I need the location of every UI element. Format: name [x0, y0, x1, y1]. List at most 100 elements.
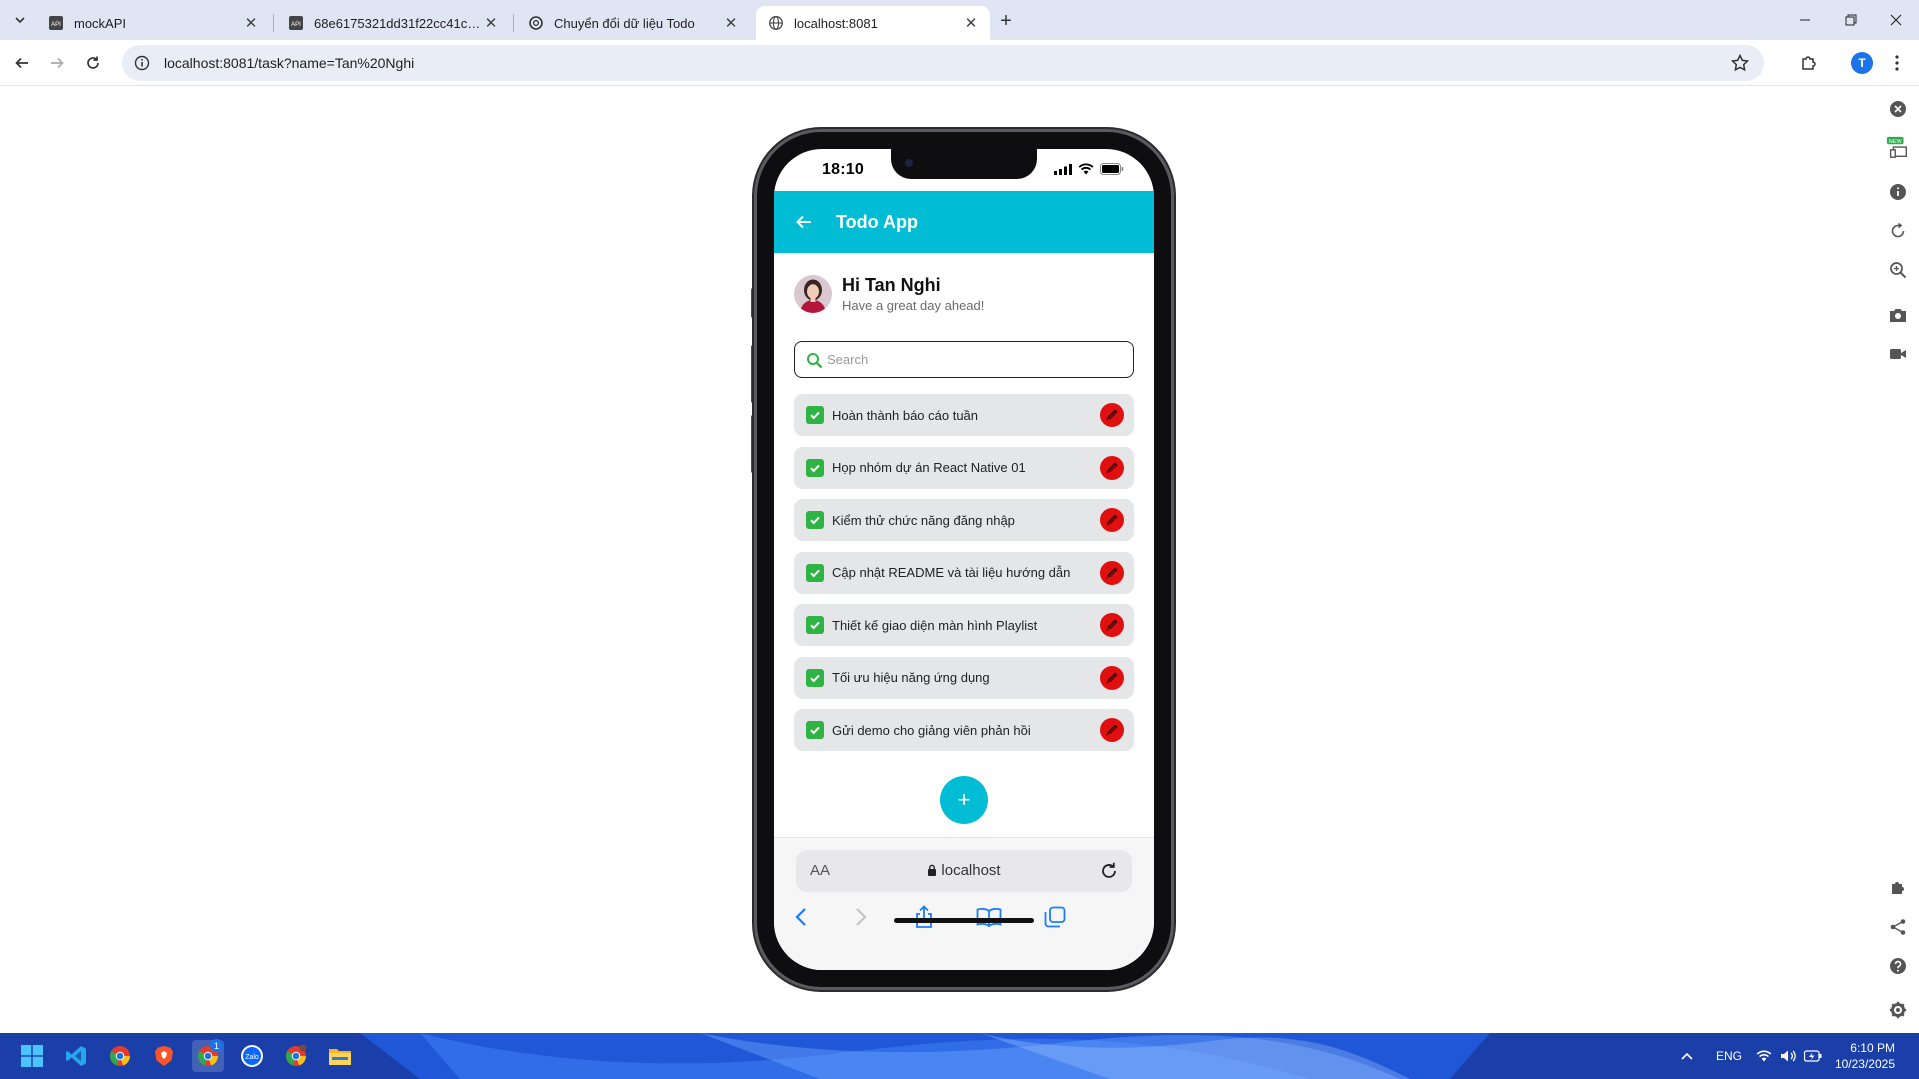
file-explorer-icon[interactable]	[324, 1040, 356, 1072]
url-text[interactable]: localhost:8081/task?name=Tan%20Nghi	[164, 55, 414, 71]
address-bar[interactable]: localhost:8081/task?name=Tan%20Nghi	[122, 45, 1764, 81]
edit-task-button[interactable]	[1100, 508, 1124, 532]
checkbox-checked-icon[interactable]	[806, 721, 824, 739]
settings-gear-icon[interactable]	[1886, 998, 1910, 1022]
language-indicator[interactable]: ENG	[1716, 1033, 1742, 1079]
camera-icon[interactable]	[1886, 303, 1910, 327]
device-new-icon[interactable]: NEW	[1886, 136, 1910, 160]
new-tab-button[interactable]: +	[992, 9, 1020, 33]
brave-icon[interactable]	[148, 1040, 180, 1072]
wifi-icon[interactable]	[1756, 1033, 1772, 1079]
search-box	[794, 341, 1134, 378]
task-item[interactable]: Kiểm thử chức năng đăng nhập	[794, 499, 1134, 541]
bookmark-star-icon[interactable]	[1730, 53, 1750, 73]
tab-search-button[interactable]	[8, 8, 32, 32]
svg-text:Zalo: Zalo	[245, 1054, 259, 1061]
close-tab-icon[interactable]: ✕	[962, 14, 980, 32]
api-favicon-icon: API	[288, 15, 304, 31]
close-tab-icon[interactable]: ✕	[722, 14, 740, 32]
checkbox-checked-icon[interactable]	[806, 616, 824, 634]
task-item[interactable]: Thiết kế giao diện màn hình Playlist	[794, 604, 1134, 646]
safari-bottom-bar: AA localhost	[774, 837, 1154, 970]
search-input[interactable]	[827, 352, 1133, 367]
chrome-active-icon[interactable]: 1	[192, 1039, 224, 1072]
browser-tab-mockapi[interactable]: API mockAPI ✕	[36, 6, 270, 40]
close-icon	[1890, 14, 1902, 26]
task-item[interactable]: Hoàn thành báo cáo tuần	[794, 394, 1134, 436]
safari-address-bar[interactable]: AA localhost	[796, 850, 1132, 892]
task-item[interactable]: Gửi demo cho giảng viên phản hồi	[794, 709, 1134, 751]
battery-charging-icon[interactable]	[1804, 1033, 1822, 1079]
reload-button[interactable]	[78, 48, 108, 78]
safari-forward-button[interactable]	[846, 902, 876, 932]
close-tab-icon[interactable]: ✕	[242, 14, 260, 32]
reload-icon	[87, 56, 99, 69]
profile-avatar[interactable]: T	[1851, 52, 1873, 74]
tab-title: 68e6175321dd31f22cc41c7a.mockapi.io	[314, 15, 482, 31]
pencil-icon	[1106, 672, 1118, 683]
safari-tabs-button[interactable]	[1040, 902, 1070, 932]
video-camera-icon[interactable]	[1886, 342, 1910, 366]
checkbox-checked-icon[interactable]	[806, 406, 824, 424]
zalo-icon[interactable]: Zalo	[236, 1040, 268, 1072]
edit-task-button[interactable]	[1100, 560, 1124, 585]
windows-taskbar: 1 Zalo ENG 6:10 PM 10/23/2025	[0, 1033, 1919, 1079]
browser-tab-mockapi-io[interactable]: API 68e6175321dd31f22cc41c7a.mockapi.io …	[276, 6, 510, 40]
checkbox-checked-icon[interactable]	[806, 458, 824, 477]
chrome-profile-icon[interactable]	[280, 1040, 312, 1072]
info-icon[interactable]	[1886, 180, 1910, 204]
safari-back-button[interactable]	[786, 902, 816, 932]
edit-task-button[interactable]	[1100, 665, 1124, 690]
share-icon[interactable]	[1886, 915, 1910, 939]
user-greeting: Hi Tan Nghi Have a great day ahead!	[794, 275, 984, 313]
forward-button[interactable]	[42, 48, 72, 78]
wifi-icon	[1078, 163, 1094, 175]
reload-icon[interactable]	[1098, 860, 1120, 882]
edit-task-button[interactable]	[1100, 455, 1124, 480]
site-info-icon[interactable]	[132, 53, 152, 73]
chevron-right-icon	[856, 908, 867, 926]
safari-bookmarks-button[interactable]	[974, 902, 1004, 932]
chrome-icon[interactable]	[104, 1040, 136, 1072]
tabs-icon	[1044, 906, 1066, 928]
help-icon[interactable]	[1886, 954, 1910, 978]
browser-tab-localhost[interactable]: localhost:8081 ✕	[756, 6, 990, 40]
close-circle-icon[interactable]	[1886, 97, 1910, 121]
edit-task-button[interactable]	[1100, 613, 1124, 637]
pencil-icon	[1106, 724, 1118, 736]
windows-start-icon[interactable]	[16, 1040, 48, 1072]
system-clock[interactable]: 6:10 PM 10/23/2025	[1835, 1040, 1895, 1072]
task-item[interactable]: Tối ưu hiệu năng ứng dụng	[794, 656, 1134, 699]
puzzle-icon	[1802, 56, 1816, 70]
task-item[interactable]: Cập nhật README và tài liệu hướng dẫn	[794, 551, 1134, 594]
volume-icon[interactable]	[1780, 1033, 1796, 1079]
checkbox-checked-icon[interactable]	[806, 511, 824, 529]
status-time: 18:10	[822, 161, 864, 178]
puzzle-icon[interactable]	[1886, 876, 1910, 900]
restore-window-button[interactable]	[1828, 0, 1874, 40]
pencil-icon	[1106, 514, 1118, 526]
close-tab-icon[interactable]: ✕	[482, 14, 500, 32]
rotate-icon[interactable]	[1886, 219, 1910, 243]
zoom-icon[interactable]	[1886, 258, 1910, 282]
back-button[interactable]	[792, 210, 816, 234]
safari-share-button[interactable]	[909, 902, 939, 932]
browser-menu-button[interactable]	[1882, 48, 1912, 78]
task-title: Thiết kế giao diện màn hình Playlist	[832, 617, 1038, 633]
minimize-window-button[interactable]	[1782, 0, 1828, 40]
checkbox-checked-icon[interactable]	[806, 563, 824, 582]
close-window-button[interactable]	[1873, 0, 1919, 40]
tray-overflow-icon[interactable]	[1680, 1033, 1694, 1079]
checkbox-checked-icon[interactable]	[806, 668, 824, 687]
vscode-icon[interactable]	[60, 1040, 92, 1072]
extensions-button[interactable]	[1794, 48, 1824, 78]
task-item[interactable]: Họp nhóm dự án React Native 01	[794, 446, 1134, 489]
edit-task-button[interactable]	[1100, 403, 1124, 427]
back-button[interactable]	[7, 48, 37, 78]
pencil-icon	[1106, 462, 1118, 473]
edit-task-button[interactable]	[1100, 718, 1124, 742]
browser-tab-chuyen-doi[interactable]: Chuyển đổi dữ liệu Todo ✕	[516, 6, 750, 40]
add-task-button[interactable]: +	[940, 776, 988, 824]
more-vertical-icon	[1895, 55, 1899, 71]
notification-badge: 1	[210, 1039, 223, 1052]
